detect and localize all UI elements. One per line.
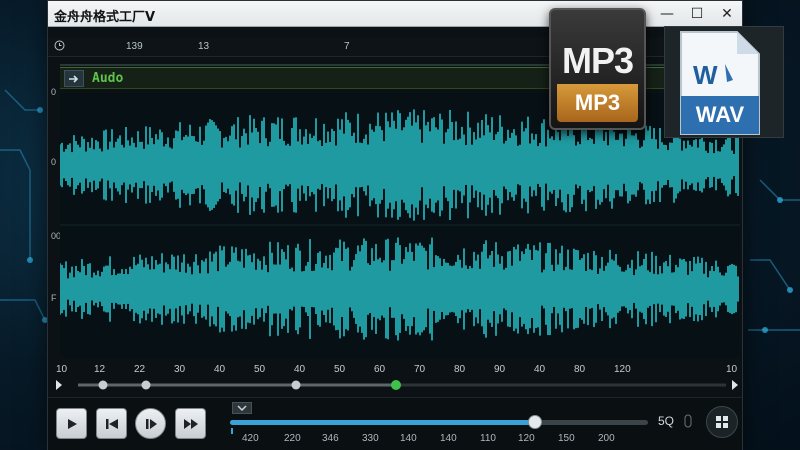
clock-icon	[54, 40, 65, 51]
bottom-ruler-label: 40	[534, 364, 546, 375]
scale-label: 120	[518, 433, 535, 444]
scale-label: 110	[480, 433, 496, 444]
channel-label: 0	[51, 157, 57, 167]
ruler-label: 13	[198, 41, 210, 52]
audio-clip-icon[interactable]	[64, 70, 84, 87]
play-pause-icon	[145, 418, 157, 429]
close-button[interactable]: ✕	[712, 1, 742, 27]
bottom-ruler-label: 60	[374, 364, 386, 375]
wav-badge-label: WAV	[695, 102, 745, 127]
channel-label: 0	[51, 87, 57, 97]
play-pause-button[interactable]	[135, 408, 166, 439]
arrow-icon	[69, 74, 79, 83]
scale-label: 346	[322, 433, 339, 444]
bottom-ruler-label: 80	[574, 364, 586, 375]
bottom-ruler-label: 10	[726, 364, 738, 375]
volume-fill	[230, 420, 536, 425]
wav-format-badge: W WAV	[677, 30, 763, 138]
volume-slider[interactable]	[230, 415, 648, 429]
bottom-ruler-label: 70	[414, 364, 426, 375]
bottom-ruler-label: 12	[94, 364, 106, 375]
right-channel-wave	[60, 237, 739, 341]
channel-label: F	[51, 293, 57, 303]
scale-label: 140	[400, 433, 417, 444]
app-title: 金舟舟格式工厂V	[54, 10, 156, 25]
scale-label: 200	[598, 433, 615, 444]
window-controls: — ☐ ✕	[652, 1, 742, 27]
mp3-badge-title: MP3	[561, 40, 634, 81]
scale-label: 420	[242, 433, 259, 444]
bottom-ruler-label: 30	[174, 364, 186, 375]
marker-handle[interactable]	[141, 380, 151, 390]
bottom-ruler-label: 10	[56, 364, 68, 375]
scale-label: 220	[284, 433, 301, 444]
waveform-display[interactable]	[60, 93, 740, 358]
minimize-button[interactable]: —	[652, 1, 682, 27]
collapse-toggle[interactable]	[232, 402, 252, 414]
bottom-ruler-label: 90	[494, 364, 506, 375]
mp3-badge-subtitle: MP3	[574, 90, 621, 115]
transport-bar: 5Q 420 220 346 330 140 140 110 120 120 1…	[48, 397, 742, 450]
bottom-ruler-label: 40	[214, 364, 226, 375]
scale-label: 150	[558, 433, 575, 444]
chevron-down-icon	[237, 405, 247, 411]
maximize-button[interactable]: ☐	[682, 1, 712, 27]
marker-handle[interactable]	[98, 380, 108, 390]
bottom-ruler-label: 120	[614, 364, 631, 375]
play-button[interactable]	[56, 408, 87, 439]
previous-button[interactable]	[96, 408, 127, 439]
ruler-label: 139	[126, 41, 143, 52]
playhead-handle[interactable]	[391, 380, 401, 390]
grid-icon	[716, 416, 728, 428]
bottom-ruler-label: 50	[254, 364, 266, 375]
bottom-ruler-label: 22	[134, 364, 146, 375]
bottom-ruler-label: 80	[454, 364, 466, 375]
bottom-ruler-label: 50	[334, 364, 346, 375]
clip-name: Audo	[92, 71, 124, 86]
grid-menu-button[interactable]	[706, 406, 738, 438]
scale-label: 140	[440, 433, 457, 444]
play-icon	[67, 418, 77, 429]
fast-forward-button[interactable]	[175, 408, 206, 439]
lock-icon[interactable]	[684, 414, 692, 428]
volume-knob[interactable]	[528, 415, 543, 429]
timeline-scrubber[interactable]	[48, 377, 742, 393]
ruler-label: 7	[344, 41, 350, 52]
volume-label: 5Q	[658, 414, 675, 428]
scroll-right-icon[interactable]	[732, 380, 738, 390]
mp3-badge-band: MP3	[557, 84, 638, 122]
fast-forward-icon	[183, 418, 198, 429]
mp3-format-badge: MP3 MP3	[549, 8, 646, 130]
scroll-left-icon[interactable]	[56, 380, 62, 390]
marker-handle[interactable]	[291, 380, 301, 390]
bottom-ruler-label: 40	[294, 364, 306, 375]
wav-badge-letter: W	[693, 60, 718, 90]
waveform-graphic	[60, 109, 740, 341]
scale-label: 330	[362, 433, 379, 444]
skip-back-icon	[105, 418, 118, 429]
